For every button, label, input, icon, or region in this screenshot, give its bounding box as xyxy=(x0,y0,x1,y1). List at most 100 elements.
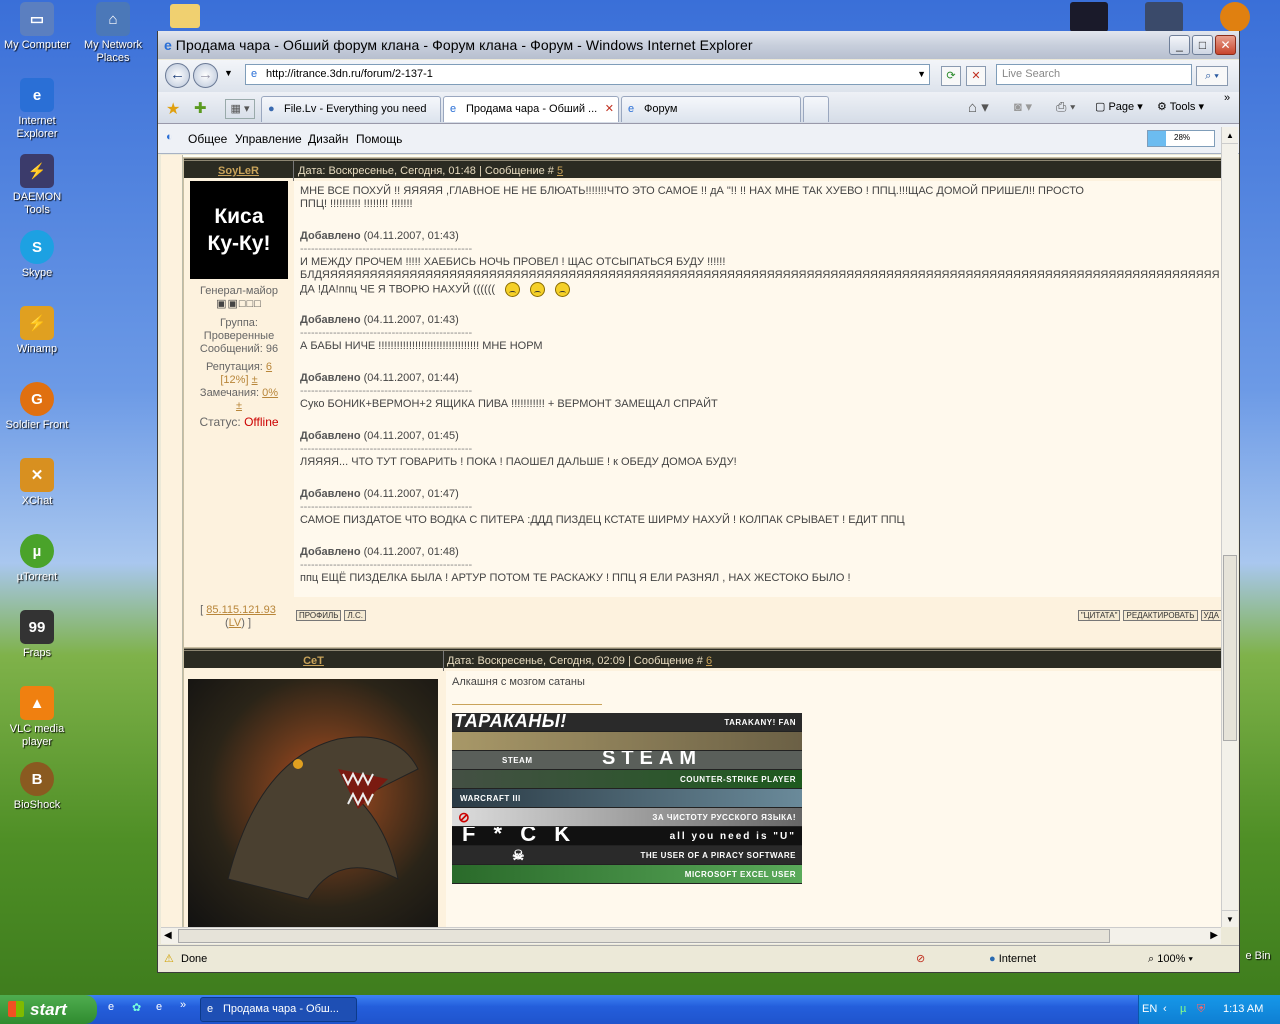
post-number-link[interactable]: 5 xyxy=(557,165,563,177)
tab-ie-icon-2: e xyxy=(628,103,635,115)
banner-fck: F * C Kall you need is "U" xyxy=(452,827,802,846)
post-author-link[interactable]: SoyLeR xyxy=(184,161,294,181)
desktop-icon-skype[interactable]: S Skype xyxy=(0,230,74,280)
xchat-icon: ✕ xyxy=(20,458,54,492)
quicklaunch-ie-icon[interactable]: e xyxy=(108,1001,114,1013)
back-button[interactable]: ← xyxy=(165,63,190,88)
scroll-thumb[interactable] xyxy=(1223,555,1237,741)
banner-decor xyxy=(452,732,802,751)
recycle-bin-label[interactable]: e Bin xyxy=(1236,950,1280,963)
status-text: Done xyxy=(181,953,208,965)
game-shortcut-icon-2[interactable] xyxy=(1145,2,1183,32)
quicklaunch-msn-icon[interactable]: ✿ xyxy=(132,1001,141,1014)
tab-close-icon[interactable]: ✕ xyxy=(605,97,614,121)
tray-shield-icon[interactable]: ⛨ xyxy=(1197,995,1205,1024)
tab-forum-active[interactable]: e Продама чара - Обший ... ✕ xyxy=(443,96,619,122)
taskbar-task-ie[interactable]: e Продама чара - Обш... xyxy=(200,997,357,1022)
edit-button[interactable]: РЕДАКТИРОВАТЬ xyxy=(1123,610,1198,621)
search-input[interactable]: Live Search xyxy=(996,64,1192,85)
site-menu-general[interactable]: Общее xyxy=(188,132,227,146)
title-bar[interactable]: e Продама чара - Обший форум клана - Фор… xyxy=(158,31,1239,59)
page-menu-button[interactable]: ▢ Page ▾ xyxy=(1095,100,1143,113)
tab-forum[interactable]: e Форум xyxy=(621,96,801,122)
delete-button[interactable]: УДА xyxy=(1200,610,1221,621)
favorites-star-icon[interactable]: ★ xyxy=(166,99,180,119)
chevron-icon[interactable]: » xyxy=(1224,92,1230,104)
quicklaunch-more-icon[interactable]: » xyxy=(180,999,186,1011)
half-life-icon[interactable] xyxy=(1220,2,1250,32)
popup-blocker-icon[interactable]: ⊘ xyxy=(916,946,925,972)
desktop-icon-ie[interactable]: e Internet Explorer xyxy=(0,78,74,141)
zoom-control[interactable]: ⌕ 100% ▾ xyxy=(1148,946,1193,972)
progress-fill xyxy=(1148,131,1167,146)
system-tray: EN ‹ µ ⛨ 1:13 AM xyxy=(1138,995,1280,1024)
site-menu-help[interactable]: Помощь xyxy=(356,132,402,146)
new-tab-button[interactable] xyxy=(803,96,829,122)
post-author-link[interactable]: CeT xyxy=(184,651,444,671)
maximize-button[interactable]: □ xyxy=(1192,35,1213,55)
recent-pages-dropdown-icon[interactable]: ▼ xyxy=(224,68,233,78)
tray-collapse-icon[interactable]: ‹ xyxy=(1163,995,1167,1024)
rep-change-link[interactable]: ± xyxy=(252,374,258,386)
site-menu-manage[interactable]: Управление xyxy=(235,132,302,146)
quicklaunch-ie2-icon[interactable]: e xyxy=(156,1001,162,1013)
forward-button[interactable]: → xyxy=(193,63,218,88)
profile-button[interactable]: ПРОФИЛЬ xyxy=(296,610,342,621)
country-link[interactable]: LV xyxy=(229,617,242,629)
desktop-icon-xchat[interactable]: ✕ XChat xyxy=(0,458,74,508)
warnings-link[interactable]: 0% xyxy=(262,387,278,399)
stop-icon[interactable]: ✕ xyxy=(966,66,986,86)
warn-change-link[interactable]: ± xyxy=(236,400,242,412)
home-icon[interactable]: ⌂ ▾ xyxy=(968,98,989,116)
hscroll-thumb[interactable] xyxy=(178,929,1110,943)
reputation-pct: [12%] xyxy=(220,374,249,386)
internet-zone[interactable]: ● Internet xyxy=(989,946,1036,972)
close-button[interactable]: ✕ xyxy=(1215,35,1236,55)
language-indicator[interactable]: EN xyxy=(1142,995,1157,1024)
desktop-icon-my-computer[interactable]: ▭ My Computer xyxy=(0,2,74,52)
ip-link[interactable]: 85.115.121.93 xyxy=(206,604,276,616)
tools-menu-button[interactable]: ⚙ Tools ▾ xyxy=(1157,100,1204,113)
windows-logo-icon xyxy=(8,1001,24,1017)
desktop-icon-soldier-front[interactable]: G Soldier Front xyxy=(0,382,74,432)
page-icon: e xyxy=(251,68,258,80)
address-dropdown-icon[interactable]: ▼ xyxy=(917,65,926,84)
refresh-icon[interactable]: ⟳ xyxy=(941,66,961,86)
desktop-icon-fraps[interactable]: 99 Fraps xyxy=(0,610,74,660)
scroll-down-icon[interactable]: ▼ xyxy=(1222,910,1238,927)
folder-icon[interactable] xyxy=(170,4,200,28)
desktop-icon-utorrent[interactable]: µ µTorrent xyxy=(0,534,74,584)
desktop-icon-winamp[interactable]: ⚡ Winamp xyxy=(0,306,74,356)
desktop-icon-vlc[interactable]: ▲ VLC media player xyxy=(0,686,74,749)
add-favorite-icon[interactable]: ✚ xyxy=(194,99,207,117)
vertical-scrollbar[interactable]: ▲ ▼ xyxy=(1221,127,1238,927)
tray-utorrent-icon[interactable]: µ xyxy=(1180,995,1186,1024)
tab-globe-icon: ● xyxy=(268,103,275,115)
minimize-button[interactable]: _ xyxy=(1169,35,1190,55)
horizontal-scrollbar[interactable]: ◀ ▶ xyxy=(161,927,1221,944)
print-icon[interactable]: ⎙ ▾ xyxy=(1056,99,1075,115)
reputation-link[interactable]: 6 xyxy=(266,361,272,373)
signature-divider xyxy=(452,704,602,705)
post-header: SoyLeR Дата: Воскресенье, Сегодня, 01:48… xyxy=(184,158,1221,181)
quote-button[interactable]: "ЦИТАТА" xyxy=(1077,610,1121,621)
game-shortcut-icon[interactable] xyxy=(1070,2,1108,32)
desktop-icon-daemon[interactable]: ⚡ DAEMON Tools xyxy=(0,154,74,217)
search-icon[interactable]: ⌕ ▾ xyxy=(1196,66,1228,86)
desktop-icon-network[interactable]: ⌂ My Network Places xyxy=(76,2,150,65)
scroll-up-icon[interactable]: ▲ xyxy=(1222,127,1238,144)
scroll-left-icon[interactable]: ◀ xyxy=(164,930,172,941)
quick-tabs-icon[interactable]: ▦ ▾ xyxy=(225,99,255,119)
start-button[interactable]: start xyxy=(0,995,97,1024)
pm-button[interactable]: Л.С. xyxy=(344,610,366,621)
address-input[interactable]: e http://itrance.3dn.ru/forum/2-137-1 ▼ xyxy=(245,64,930,85)
group-label: Группа: xyxy=(220,317,258,329)
post-number-link[interactable]: 6 xyxy=(706,655,712,667)
desktop-icon-bioshock[interactable]: B BioShock xyxy=(0,762,74,812)
fraps-icon: 99 xyxy=(20,610,54,644)
tab-filelv[interactable]: ● File.Lv - Everything you need xyxy=(261,96,441,122)
ie-logo-icon: e xyxy=(164,37,172,53)
scroll-right-icon[interactable]: ▶ xyxy=(1210,930,1218,941)
site-menu-design[interactable]: Дизайн xyxy=(308,132,348,146)
feeds-icon[interactable]: ◙ ▾ xyxy=(1014,99,1032,115)
